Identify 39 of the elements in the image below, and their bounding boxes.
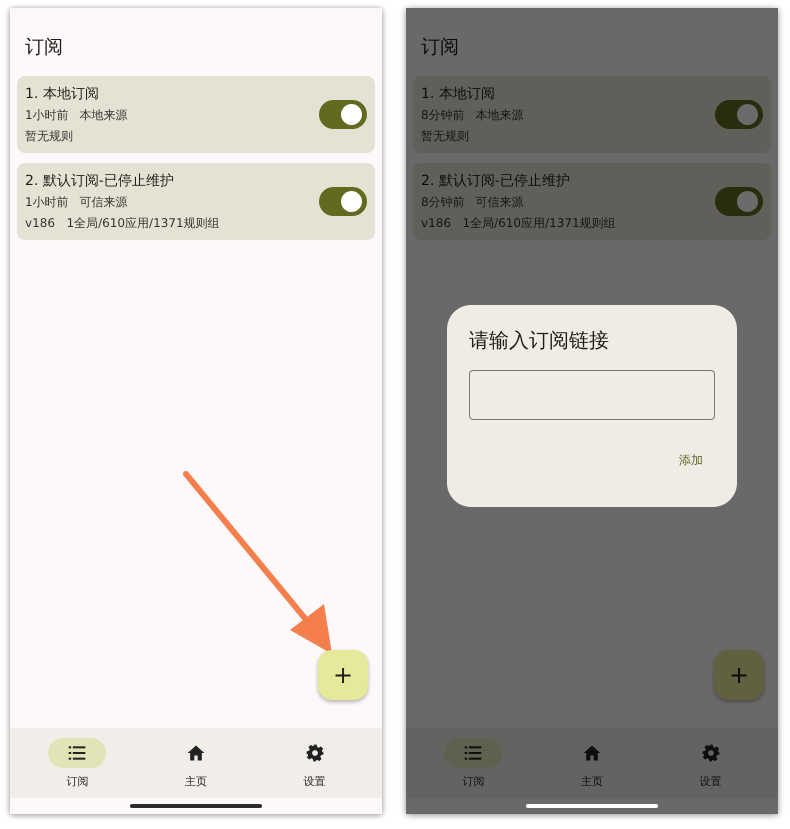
subscription-card[interactable]: 2. 默认订阅-已停止维护 8分钟前 可信来源 v186 1全局/610应用/1371规则组 (413, 163, 771, 240)
update-time: 8分钟前 (421, 106, 465, 124)
nav-tab-label[interactable]: 订阅 (66, 774, 88, 788)
update-time: 8分钟前 (421, 194, 465, 210)
nav-tab-label[interactable]: 设置 (304, 774, 326, 788)
add-button[interactable]: 添加 (667, 448, 715, 473)
settings-icon[interactable] (304, 742, 325, 762)
toggle-switch[interactable] (319, 100, 367, 129)
source-label: 本地来源 (476, 106, 524, 124)
nav-tab-label[interactable]: 主页 (184, 774, 207, 788)
page-title: 订阅 (420, 35, 460, 60)
dialog-title: 请输入订阅链接 (469, 327, 610, 354)
rules-summary: 暂无规则 (421, 128, 470, 144)
update-time: 1小时前 (25, 194, 69, 210)
nav-tab-label[interactable]: 订阅 (462, 774, 484, 788)
toggle-switch[interactable] (319, 187, 367, 216)
subscription-card[interactable]: 1. 本地订阅 8分钟前 本地来源 暂无规则 (413, 76, 771, 153)
page-title: 订阅 (24, 35, 64, 60)
source-label: 本地来源 (80, 106, 128, 124)
nav-tab-label[interactable]: 主页 (580, 774, 603, 788)
link-input-field[interactable] (469, 370, 715, 420)
subscription-name: 2. 默认订阅-已停止维护 (421, 172, 571, 190)
subscription-name: 1. 本地订阅 (421, 84, 496, 102)
update-time: 1小时前 (25, 106, 69, 124)
subscription-card[interactable]: 2. 默认订阅-已停止维护 1小时前 可信来源 v186 1全局/610应用/1371规则组 (17, 163, 375, 240)
source-label: 可信来源 (80, 194, 128, 210)
add-button[interactable]: + (714, 650, 764, 700)
add-button[interactable]: + (318, 650, 368, 700)
rules-summary: v186 1全局/610应用/1371规则组 (421, 214, 617, 232)
rules-summary: 暂无规则 (25, 128, 74, 144)
rules-summary: v186 1全局/610应用/1371规则组 (25, 214, 221, 232)
toggle-switch[interactable] (715, 187, 763, 216)
source-label: 可信来源 (476, 194, 524, 210)
subscription-name: 2. 默认订阅-已停止维护 (25, 172, 175, 190)
nav-tab-label[interactable]: 设置 (700, 774, 722, 788)
toggle-switch[interactable] (715, 100, 763, 129)
home-icon[interactable] (186, 742, 206, 762)
subscription-card[interactable]: 1. 本地订阅 1小时前 本地来源 暂无规则 (17, 76, 375, 153)
subscription-name: 1. 本地订阅 (25, 84, 100, 102)
